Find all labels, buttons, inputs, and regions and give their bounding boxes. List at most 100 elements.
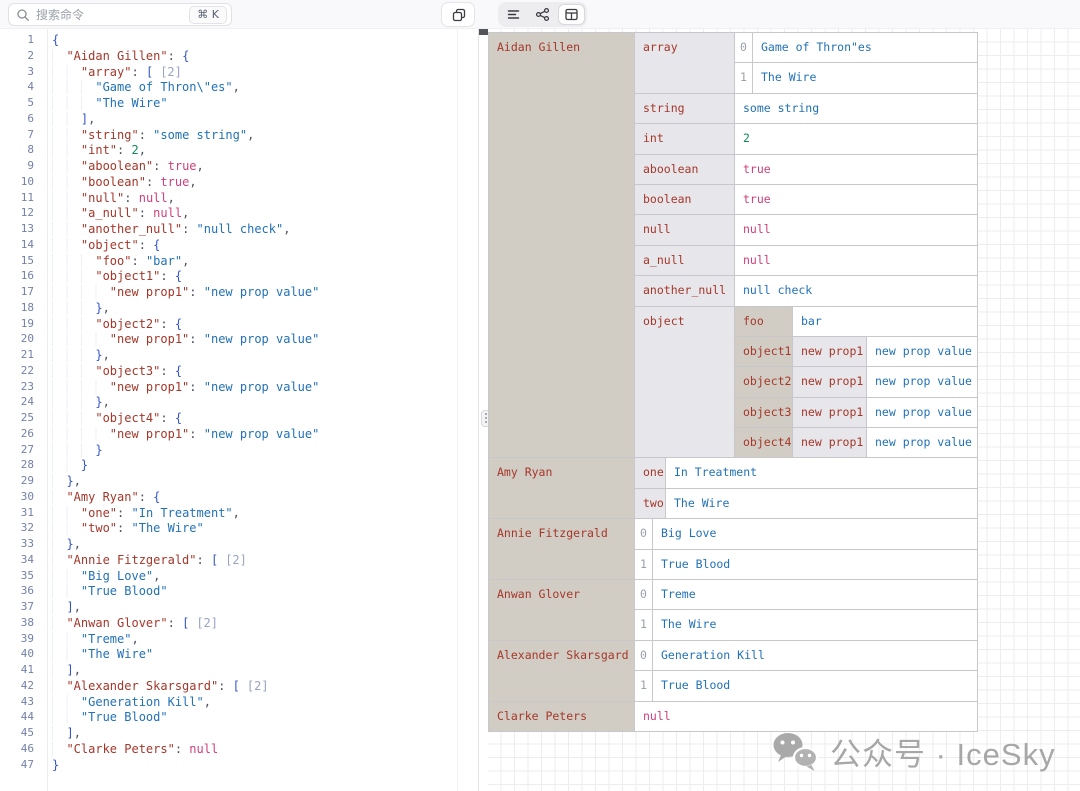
copy-button[interactable] [441,2,475,27]
fold-count-badge[interactable]: [2] [247,679,269,693]
index-cell[interactable]: 1 [635,550,653,579]
key-cell[interactable]: foo [735,307,793,336]
value-cell[interactable]: null [735,215,977,244]
code-line[interactable]: 24 }, [0,395,478,411]
index-cell[interactable]: 0 [635,641,653,670]
code-line[interactable]: 38 "Anwan Glover": [[2] [0,616,478,632]
code-line[interactable]: 16 "object1": { [0,269,478,285]
key-cell[interactable]: Amy Ryan [489,458,635,518]
value-cell[interactable]: null [635,702,977,731]
value-cell[interactable]: True Blood [653,550,977,579]
code-line[interactable]: 36 "True Blood" [0,584,478,600]
code-line[interactable]: 9 "aboolean": true, [0,159,478,175]
prop-cell[interactable]: new prop1 [793,398,867,427]
code-line[interactable]: 47} [0,758,478,774]
code-editor[interactable]: 1{2 "Aidan Gillen": {3 "array": [[2]4 "G… [0,29,478,791]
value-cell[interactable]: null [735,246,977,275]
code-line[interactable]: 32 "two": "The Wire" [0,521,478,537]
value-cell[interactable]: Generation Kill [653,641,977,670]
value-cell[interactable]: 2 [735,124,977,153]
code-line[interactable]: 21 }, [0,348,478,364]
value-cell[interactable]: In Treatment [666,458,977,487]
code-line[interactable]: 3 "array": [[2] [0,65,478,81]
text-view-button[interactable] [500,4,527,25]
key-cell[interactable]: Annie Fitzgerald [489,519,635,579]
value-cell[interactable]: new prop value [867,428,977,457]
value-cell[interactable]: true [735,185,977,214]
value-cell[interactable]: new prop value [867,398,977,427]
code-line[interactable]: 37 ], [0,600,478,616]
prop-cell[interactable]: one [635,458,666,487]
code-line[interactable]: 22 "object3": { [0,364,478,380]
code-line[interactable]: 42 "Alexander Skarsgard": [[2] [0,679,478,695]
prop-cell[interactable]: null [635,215,735,244]
index-cell[interactable]: 0 [635,580,653,609]
code-line[interactable]: 25 "object4": { [0,411,478,427]
scrollbar-thumb[interactable] [479,29,488,35]
code-line[interactable]: 23 "new prop1": "new prop value" [0,380,478,396]
tree-view-button[interactable] [529,4,556,25]
index-cell[interactable]: 1 [635,610,653,639]
code-line[interactable]: 20 "new prop1": "new prop value" [0,332,478,348]
code-line[interactable]: 30 "Amy Ryan": { [0,490,478,506]
code-line[interactable]: 6 ], [0,112,478,128]
prop-cell[interactable]: string [635,94,735,123]
code-line[interactable]: 17 "new prop1": "new prop value" [0,285,478,301]
code-line[interactable]: 8 "int": 2, [0,143,478,159]
code-line[interactable]: 43 "Generation Kill", [0,695,478,711]
value-cell[interactable]: Game of Thron"es [753,33,977,62]
value-cell[interactable]: True Blood [653,671,977,700]
code-line[interactable]: 7 "string": "some string", [0,128,478,144]
code-line[interactable]: 44 "True Blood" [0,710,478,726]
code-line[interactable]: 18 }, [0,301,478,317]
value-cell[interactable]: new prop value [867,337,977,366]
value-cell[interactable]: The Wire [666,489,977,518]
value-cell[interactable]: Big Love [653,519,977,548]
key-cell[interactable]: object3 [735,398,793,427]
index-cell[interactable]: 1 [635,671,653,700]
code-line[interactable]: 35 "Big Love", [0,569,478,585]
code-line[interactable]: 26 "new prop1": "new prop value" [0,427,478,443]
value-cell[interactable]: new prop value [867,367,977,396]
fold-count-badge[interactable]: [2] [225,553,247,567]
code-line[interactable]: 28 } [0,458,478,474]
prop-cell[interactable]: new prop1 [793,337,867,366]
code-line[interactable]: 41 ], [0,663,478,679]
prop-cell[interactable]: aboolean [635,155,735,184]
code-line[interactable]: 12 "a_null": null, [0,206,478,222]
fold-count-badge[interactable]: [2] [196,616,218,630]
prop-cell[interactable]: object [635,307,735,458]
code-line[interactable]: 11 "null": null, [0,191,478,207]
code-line[interactable]: 46 "Clarke Peters": null [0,742,478,758]
value-cell[interactable]: true [735,155,977,184]
prop-cell[interactable]: boolean [635,185,735,214]
code-line[interactable]: 33 }, [0,537,478,553]
prop-cell[interactable]: a_null [635,246,735,275]
prop-cell[interactable]: two [635,489,666,518]
code-line[interactable]: 10 "boolean": true, [0,175,478,191]
code-line[interactable]: 31 "one": "In Treatment", [0,506,478,522]
key-cell[interactable]: Anwan Glover [489,580,635,640]
code-line[interactable]: 39 "Treme", [0,632,478,648]
prop-cell[interactable]: array [635,33,735,93]
index-cell[interactable]: 0 [735,33,753,62]
key-cell[interactable]: object1 [735,337,793,366]
prop-cell[interactable]: int [635,124,735,153]
key-cell[interactable]: Alexander Skarsgard [489,641,635,701]
code-line[interactable]: 45 ], [0,726,478,742]
table-view-button[interactable] [558,4,585,25]
code-line[interactable]: 19 "object2": { [0,317,478,333]
value-cell[interactable]: bar [793,307,977,336]
code-line[interactable]: 1{ [0,33,478,49]
prop-cell[interactable]: another_null [635,276,735,305]
code-line[interactable]: 14 "object": { [0,238,478,254]
code-line[interactable]: 5 "The Wire" [0,96,478,112]
command-search-box[interactable]: ⌘ K [8,3,232,26]
key-cell[interactable]: object4 [735,428,793,457]
value-cell[interactable]: some string [735,94,977,123]
code-line[interactable]: 4 "Game of Thron\"es", [0,80,478,96]
value-cell[interactable]: Treme [653,580,977,609]
code-line[interactable]: 2 "Aidan Gillen": { [0,49,478,65]
code-line[interactable]: 13 "another_null": "null check", [0,222,478,238]
code-line[interactable]: 34 "Annie Fitzgerald": [[2] [0,553,478,569]
